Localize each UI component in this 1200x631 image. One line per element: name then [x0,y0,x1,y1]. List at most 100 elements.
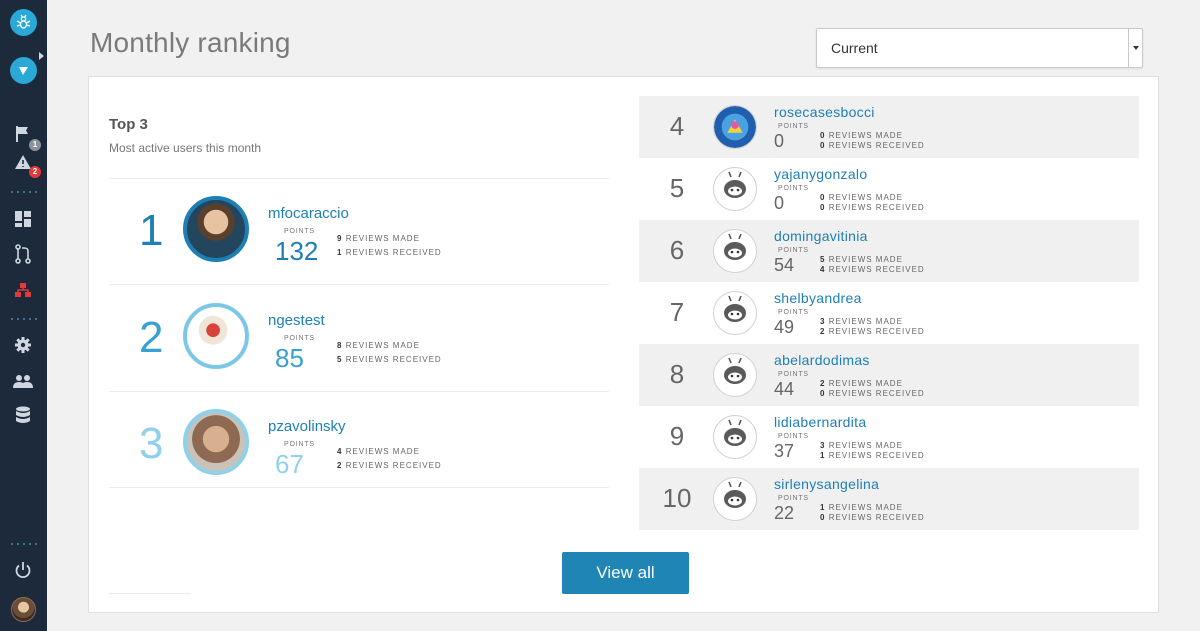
avatar[interactable] [713,353,757,397]
reviews-made-count: 8 [337,341,343,350]
divider [109,284,609,285]
dashboard-icon[interactable] [12,208,34,230]
rank-number: 9 [669,421,685,451]
points-value: 67 [275,449,304,479]
navigator-icon[interactable] [10,57,37,84]
points-value: 37 [774,441,795,461]
avatar[interactable] [183,409,249,475]
reviews-received-label: REVIEWS RECEIVED [828,265,925,274]
avatar[interactable] [713,415,757,459]
username-link[interactable]: domingavitinia [774,228,868,244]
reviews-made-label: REVIEWS MADE [828,503,903,512]
points-label: POINTS [284,441,315,448]
username-link[interactable]: abelardodimas [774,352,870,368]
username-link[interactable]: sirlenysangelina [774,476,879,492]
period-select-value: Current [831,40,878,56]
sidebar: 1 2 [0,0,47,631]
username-link[interactable]: ngestest [268,312,325,329]
database-icon[interactable] [12,404,34,426]
points-label: POINTS [778,247,809,254]
reviews-made-label: REVIEWS MADE [828,441,903,450]
period-select[interactable]: Current [816,28,1143,68]
avatar[interactable] [713,229,757,273]
rank-number: 8 [669,359,685,389]
username-link[interactable]: lidiabernardita [774,414,866,430]
ranking-row: 7 shelbyandrea POINTS 49 3 REVIEWS MADE 2 REV… [639,282,1139,344]
rank-number: 10 [662,483,692,513]
top-user-row: 2 ngestest POINTS 85 8 REVIEWS MADE 5 RE… [109,291,609,397]
default-ant-avatar-icon [717,293,753,334]
review-stats: 2 REVIEWS MADE 0 REVIEWS RECEIVED [820,379,925,399]
reviews-received-label: REVIEWS RECEIVED [828,451,925,460]
rank-number: 5 [669,173,685,203]
divider [109,178,609,179]
reviews-received-label: REVIEWS RECEIVED [828,203,925,212]
points-label: POINTS [778,123,809,130]
expand-arrow-icon[interactable] [39,52,44,60]
points-label: POINTS [778,495,809,502]
reviews-made-count: 4 [337,447,343,456]
ant-logo-icon[interactable] [10,9,37,36]
username-link[interactable]: shelbyandrea [774,290,862,306]
points-label: POINTS [284,228,315,235]
pull-request-icon[interactable] [12,243,34,265]
reviews-made-count: 0 [820,131,826,140]
reviews-made-label: REVIEWS MADE [828,317,903,326]
avatar[interactable] [713,291,757,335]
reviews-made-count: 5 [820,255,826,264]
reviews-made-label: REVIEWS MADE [828,193,903,202]
review-stats: 0 REVIEWS MADE 0 REVIEWS RECEIVED [820,193,925,213]
users-icon[interactable] [12,370,34,392]
ranking-panel: Top 3 Most active users this month 1 mfo… [88,76,1159,613]
points-label: POINTS [778,309,809,316]
alert-count-badge: 2 [29,166,41,178]
points-value: 44 [774,379,795,399]
points-value: 132 [275,236,319,266]
flag-count-badge: 1 [29,139,41,151]
view-all-button[interactable]: View all [562,552,689,594]
default-ant-avatar-icon [717,417,753,458]
default-ant-avatar-icon [717,231,753,272]
reviews-made-label: REVIEWS MADE [828,255,903,264]
gear-icon[interactable] [12,334,34,356]
points-label: POINTS [778,433,809,440]
rank-number: 6 [669,235,685,265]
points-label: POINTS [778,185,809,192]
divider [11,318,37,320]
avatar[interactable] [713,477,757,521]
avatar[interactable] [713,167,757,211]
avatar[interactable] [183,303,249,369]
username-link[interactable]: yajanygonzalo [774,166,867,182]
reviews-made-count: 1 [820,503,826,512]
divider [109,487,609,488]
review-stats: 3 REVIEWS MADE 1 REVIEWS RECEIVED [820,441,925,461]
user-avatar[interactable] [11,597,36,622]
username-link[interactable]: rosecasesbocci [774,104,875,120]
reviews-received-count: 1 [820,451,826,460]
ranking-row: 5 yajanygonzalo POINTS 0 0 REVIEWS MADE 0 REV… [639,158,1139,220]
chevron-down-icon[interactable] [1128,29,1142,67]
ranking-row: 9 lidiabernardita POINTS 37 3 REVIEWS MADE 1 … [639,406,1139,468]
reviews-received-count: 2 [337,461,343,470]
power-icon[interactable] [12,559,34,581]
points-value: 0 [774,131,785,151]
username-link[interactable]: mfocaraccio [268,205,349,222]
reviews-received-count: 0 [820,389,826,398]
rank-number: 1 [139,206,164,255]
divider [11,543,37,545]
avatar[interactable] [183,196,249,262]
top3-subtitle: Most active users this month [109,141,262,155]
review-stats: 3 REVIEWS MADE 2 REVIEWS RECEIVED [820,317,925,337]
reviews-received-count: 0 [820,203,826,212]
ranking-row: 10 sirlenysangelina POINTS 22 1 REVIEWS MADE… [639,468,1139,530]
org-chart-icon[interactable] [12,279,34,301]
username-link[interactable]: pzavolinsky [268,418,346,435]
reviews-received-label: REVIEWS RECEIVED [828,513,925,522]
reviews-received-label: REVIEWS RECEIVED [345,355,442,364]
avatar[interactable] [713,105,757,149]
reviews-received-label: REVIEWS RECEIVED [345,461,442,470]
reviews-made-count: 2 [820,379,826,388]
reviews-received-count: 4 [820,265,826,274]
reviews-received-count: 5 [337,355,343,364]
default-ant-avatar-icon [717,479,753,520]
